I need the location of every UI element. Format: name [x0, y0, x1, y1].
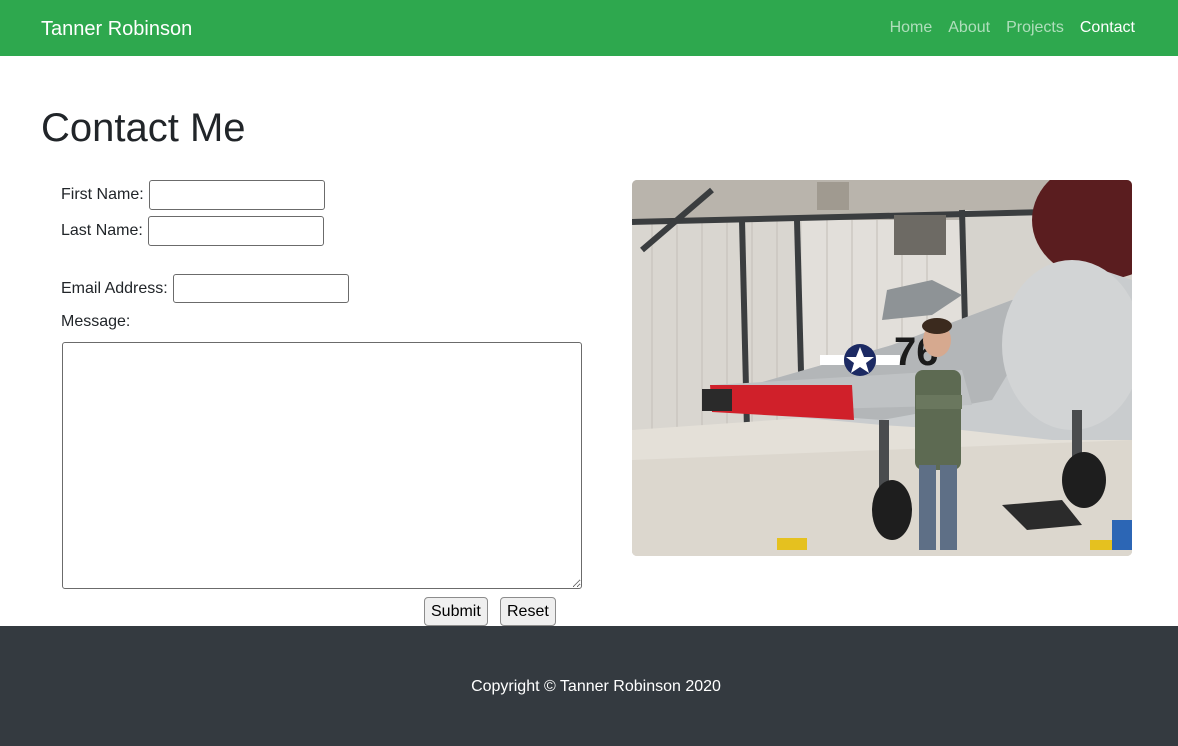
navbar: Tanner Robinson Home About Projects Cont… — [0, 0, 1178, 56]
nav-links: Home About Projects Contact — [882, 18, 1143, 38]
submit-button[interactable]: Submit — [424, 597, 488, 626]
reset-button[interactable]: Reset — [500, 597, 556, 626]
brand-link[interactable]: Tanner Robinson — [41, 17, 192, 41]
first-name-input[interactable] — [148, 180, 325, 210]
copyright-text: Copyright © Tanner Robinson 2020 — [471, 678, 721, 695]
last-name-row: Last Name: — [61, 216, 324, 246]
nav-link-projects[interactable]: Projects — [998, 18, 1072, 38]
page-title: Contact Me — [41, 106, 246, 150]
nav-link-home[interactable]: Home — [882, 18, 941, 38]
email-input[interactable] — [172, 274, 349, 303]
footer: Copyright © Tanner Robinson 2020 — [0, 626, 1178, 746]
last-name-input[interactable] — [147, 216, 324, 246]
airplane-photo-icon: 76 — [632, 180, 1132, 556]
first-name-row: First Name: — [61, 180, 325, 210]
first-name-label: First Name: — [61, 186, 144, 203]
nav-link-contact[interactable]: Contact — [1072, 18, 1143, 38]
email-row: Email Address: — [61, 274, 349, 303]
last-name-label: Last Name: — [61, 222, 143, 239]
nav-link-about[interactable]: About — [940, 18, 998, 38]
email-label: Email Address: — [61, 279, 168, 297]
message-textarea[interactable] — [62, 342, 582, 589]
airplane-photo: 76 — [632, 180, 1132, 556]
message-label: Message: — [61, 313, 131, 330]
contact-form: First Name: Last Name: Email Address: Me… — [61, 180, 601, 626]
